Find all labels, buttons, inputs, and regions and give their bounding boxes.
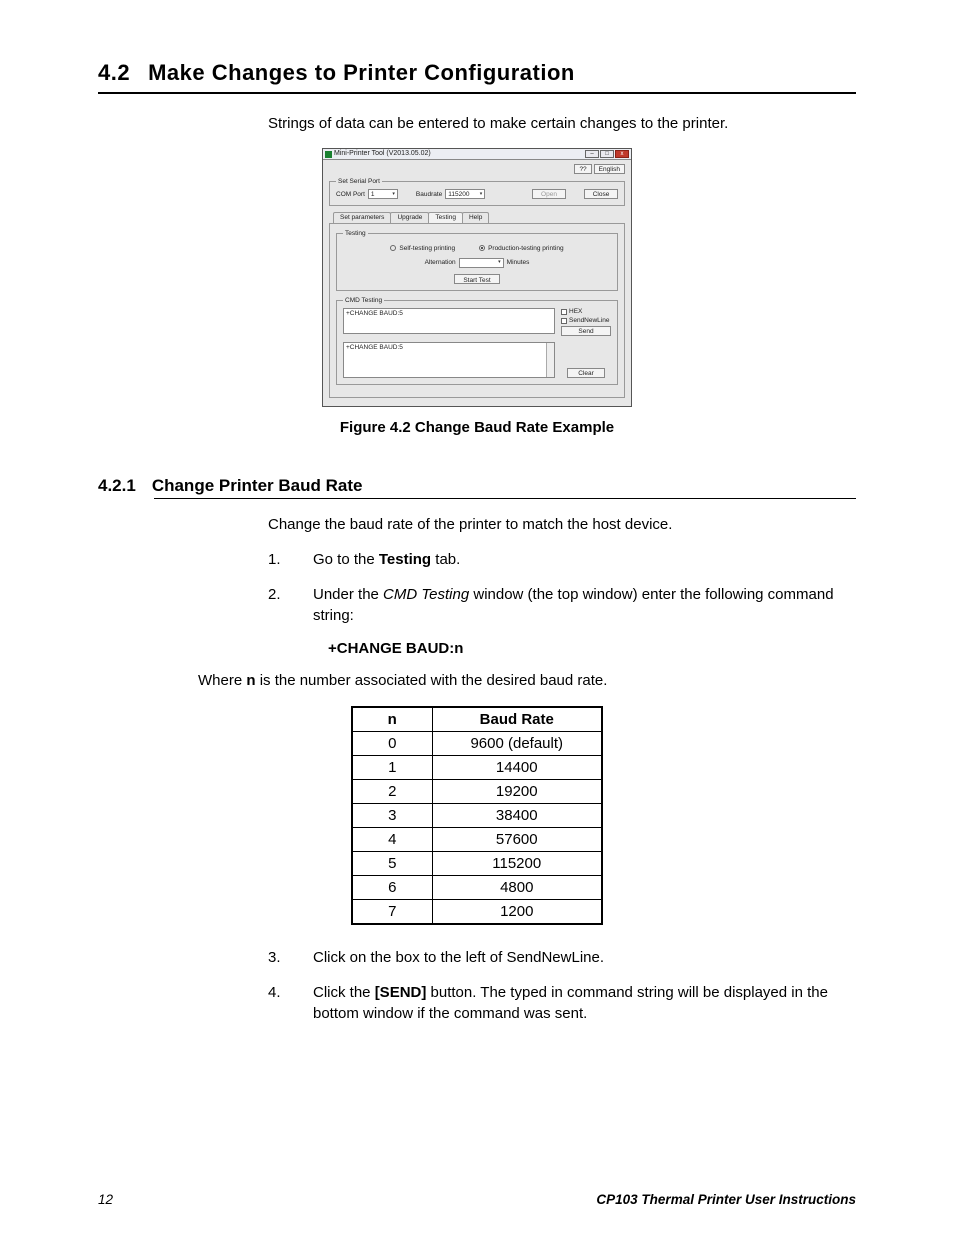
testing-legend: Testing xyxy=(343,230,368,237)
scrollbar[interactable] xyxy=(546,343,554,377)
window-title: Mini-Printer Tool (V2013.05.02) xyxy=(334,150,431,158)
com-port-label: COM Port xyxy=(336,191,365,198)
subsection-heading: 4.2.1 Change Printer Baud Rate xyxy=(98,476,856,496)
cell: 2 xyxy=(352,779,432,803)
sendnewline-checkbox[interactable] xyxy=(561,318,567,324)
steps-list: 1. Go to the Testing tab. 2. Under the C… xyxy=(268,549,856,626)
tab-help[interactable]: Help xyxy=(462,212,489,222)
th-baud: Baud Rate xyxy=(432,707,602,732)
cell: 38400 xyxy=(432,803,602,827)
serial-port-fieldset: Set Serial Port COM Port 1▾ Baudrate 115… xyxy=(329,178,625,206)
tab-panel-testing: Testing Self-testing printing Production… xyxy=(329,223,625,399)
cell: 0 xyxy=(352,731,432,755)
cell: 5 xyxy=(352,851,432,875)
cell: 1200 xyxy=(432,899,602,924)
radio-self-label: Self-testing printing xyxy=(399,245,455,252)
radio-production-label: Production-testing printing xyxy=(488,245,564,252)
cell: 1 xyxy=(352,755,432,779)
hex-checkbox[interactable] xyxy=(561,309,567,315)
baudrate-select[interactable]: 115200▾ xyxy=(445,189,485,199)
chevron-down-icon: ▾ xyxy=(392,192,395,198)
titlebar: Mini-Printer Tool (V2013.05.02) – □ x xyxy=(323,149,631,160)
subsection-title: Change Printer Baud Rate xyxy=(152,476,363,496)
minutes-label: Minutes xyxy=(507,259,530,266)
step-1: 1. Go to the Testing tab. xyxy=(268,549,856,570)
alternation-select[interactable]: ▾ xyxy=(459,258,504,268)
cell: 19200 xyxy=(432,779,602,803)
step-2: 2. Under the CMD Testing window (the top… xyxy=(268,584,856,626)
cell: 6 xyxy=(352,875,432,899)
steps-list-cont: 3. Click on the box to the left of SendN… xyxy=(268,947,856,1024)
subsection-number: 4.2.1 xyxy=(98,476,136,496)
sendnewline-label: SendNewLine xyxy=(569,317,609,324)
figure-caption: Figure 4.2 Change Baud Rate Example xyxy=(98,419,856,436)
tab-bar: Set parameters Upgrade Testing Help xyxy=(333,212,625,222)
tab-upgrade[interactable]: Upgrade xyxy=(390,212,429,222)
doc-title: CP103 Thermal Printer User Instructions xyxy=(596,1192,856,1207)
cell: 14400 xyxy=(432,755,602,779)
step-3: 3. Click on the box to the left of SendN… xyxy=(268,947,856,968)
subsection-intro: Change the baud rate of the printer to m… xyxy=(268,515,856,535)
baud-rate-table: nBaud Rate 09600 (default) 114400 219200… xyxy=(351,706,603,925)
serial-port-legend: Set Serial Port xyxy=(336,178,382,185)
chevron-down-icon: ▾ xyxy=(498,260,501,266)
app-icon xyxy=(325,151,332,158)
cell: 9600 (default) xyxy=(432,731,602,755)
clear-button[interactable]: Clear xyxy=(567,368,605,378)
com-port-select[interactable]: 1▾ xyxy=(368,189,398,199)
app-window: Mini-Printer Tool (V2013.05.02) – □ x ??… xyxy=(322,148,632,407)
send-button[interactable]: Send xyxy=(561,326,611,336)
tab-set-parameters[interactable]: Set parameters xyxy=(333,212,391,222)
cell: 7 xyxy=(352,899,432,924)
section-heading: 4.2 Make Changes to Printer Configuratio… xyxy=(98,60,856,94)
page-number: 12 xyxy=(98,1192,113,1207)
maximize-icon[interactable]: □ xyxy=(600,150,614,158)
cmd-output-textarea[interactable]: +CHANGE BAUD:5 xyxy=(343,342,555,378)
cell: 3 xyxy=(352,803,432,827)
close-button[interactable]: Close xyxy=(584,189,618,199)
subsection-rule xyxy=(154,498,856,499)
cell: 115200 xyxy=(432,851,602,875)
section-title: Make Changes to Printer Configuration xyxy=(148,60,575,86)
hex-label: HEX xyxy=(569,308,582,315)
cell: 4 xyxy=(352,827,432,851)
figure-container: Mini-Printer Tool (V2013.05.02) – □ x ??… xyxy=(98,148,856,407)
radio-self-testing[interactable] xyxy=(390,245,396,251)
tab-testing[interactable]: Testing xyxy=(428,212,463,222)
cmd-testing-legend: CMD Testing xyxy=(343,297,384,304)
lang-english-button[interactable]: English xyxy=(594,164,625,174)
close-icon[interactable]: x xyxy=(615,150,629,158)
chevron-down-icon: ▾ xyxy=(480,192,483,198)
step-4: 4. Click the [SEND] button. The typed in… xyxy=(268,982,856,1024)
page-footer: 12 CP103 Thermal Printer User Instructio… xyxy=(98,1192,856,1207)
minimize-icon[interactable]: – xyxy=(585,150,599,158)
intro-paragraph: Strings of data can be entered to make c… xyxy=(268,114,856,134)
where-note: Where n is the number associated with th… xyxy=(198,671,856,691)
cell: 57600 xyxy=(432,827,602,851)
command-string: +CHANGE BAUD:n xyxy=(328,640,856,657)
baudrate-label: Baudrate xyxy=(416,191,442,198)
open-button[interactable]: Open xyxy=(532,189,566,199)
testing-fieldset: Testing Self-testing printing Production… xyxy=(336,230,618,291)
start-test-button[interactable]: Start Test xyxy=(454,274,499,284)
alternation-label: Alternation xyxy=(425,259,456,266)
cmd-testing-fieldset: CMD Testing +CHANGE BAUD:5 HEX SendNewLi… xyxy=(336,297,618,385)
cell: 4800 xyxy=(432,875,602,899)
th-n: n xyxy=(352,707,432,732)
cmd-input-textarea[interactable]: +CHANGE BAUD:5 xyxy=(343,308,555,334)
lang-unknown-button[interactable]: ?? xyxy=(574,164,591,174)
section-number: 4.2 xyxy=(98,60,130,86)
radio-production-testing[interactable] xyxy=(479,245,485,251)
